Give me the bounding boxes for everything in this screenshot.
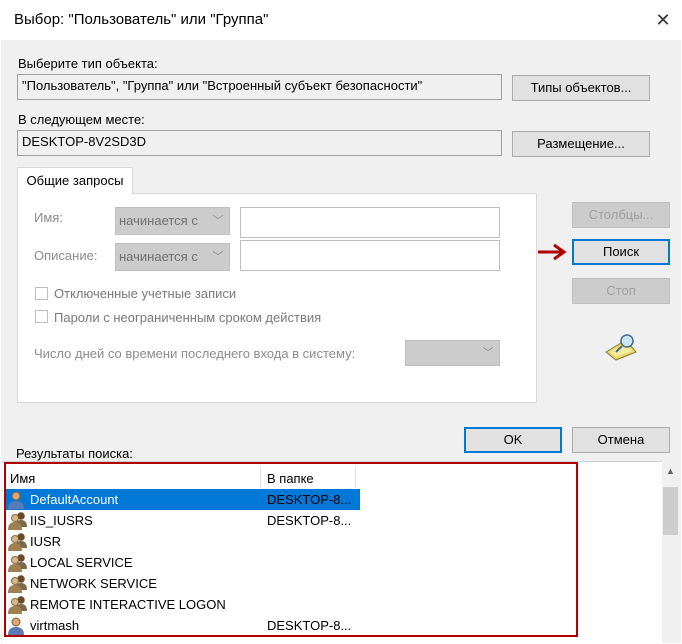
object-type-label: Выберите тип объекта:: [18, 56, 158, 71]
non-expiring-password-label: Пароли с неограниченным сроком действия: [54, 310, 322, 325]
close-icon[interactable]: ✕: [646, 5, 680, 35]
search-results-label: Результаты поиска:: [16, 446, 133, 461]
object-type-field: "Пользователь", "Группа" или "Встроенный…: [17, 74, 502, 100]
non-expiring-password-checkbox[interactable]: [35, 310, 48, 323]
columns-button[interactable]: Столбцы...: [572, 202, 670, 228]
disabled-accounts-checkbox[interactable]: [35, 287, 48, 300]
search-button[interactable]: Поиск: [572, 239, 670, 265]
stop-button[interactable]: Стоп: [572, 278, 670, 304]
cancel-button[interactable]: Отмена: [572, 427, 670, 453]
days-since-logon-select[interactable]: ﹀: [405, 340, 500, 366]
description-input[interactable]: [240, 240, 500, 271]
chevron-down-icon: ﹀: [212, 251, 224, 263]
scrollbar-thumb[interactable]: [663, 487, 678, 535]
ok-button[interactable]: OK: [464, 427, 562, 453]
window-title: Выбор: "Пользователь" или "Группа": [14, 11, 269, 28]
days-since-logon-label: Число дней со времени последнего входа в…: [34, 346, 356, 361]
annotation-highlight-frame: [4, 462, 578, 637]
name-mode-select[interactable]: начинается с ﹀: [115, 207, 230, 235]
locations-button[interactable]: Размещение...: [512, 131, 650, 157]
description-mode-value: начинается с: [119, 249, 198, 264]
chevron-down-icon: ﹀: [212, 215, 224, 227]
tab-common-queries[interactable]: Общие запросы: [17, 167, 133, 194]
description-label: Описание:: [34, 248, 98, 263]
disabled-accounts-label: Отключенные учетные записи: [54, 286, 237, 301]
results-scrollbar[interactable]: ▲: [662, 463, 679, 643]
annotation-arrow-icon: [538, 243, 567, 261]
description-mode-select[interactable]: начинается с ﹀: [115, 243, 230, 271]
scroll-up-icon[interactable]: ▲: [662, 463, 679, 480]
name-label: Имя:: [34, 210, 63, 225]
location-field: DESKTOP-8V2SD3D: [17, 130, 502, 156]
location-label: В следующем месте:: [18, 112, 145, 127]
name-mode-value: начинается с: [119, 213, 198, 228]
object-types-button[interactable]: Типы объектов...: [512, 75, 650, 101]
chevron-down-icon: ﹀: [482, 347, 494, 359]
name-input[interactable]: [240, 207, 500, 238]
search-animation-icon: [605, 334, 637, 361]
